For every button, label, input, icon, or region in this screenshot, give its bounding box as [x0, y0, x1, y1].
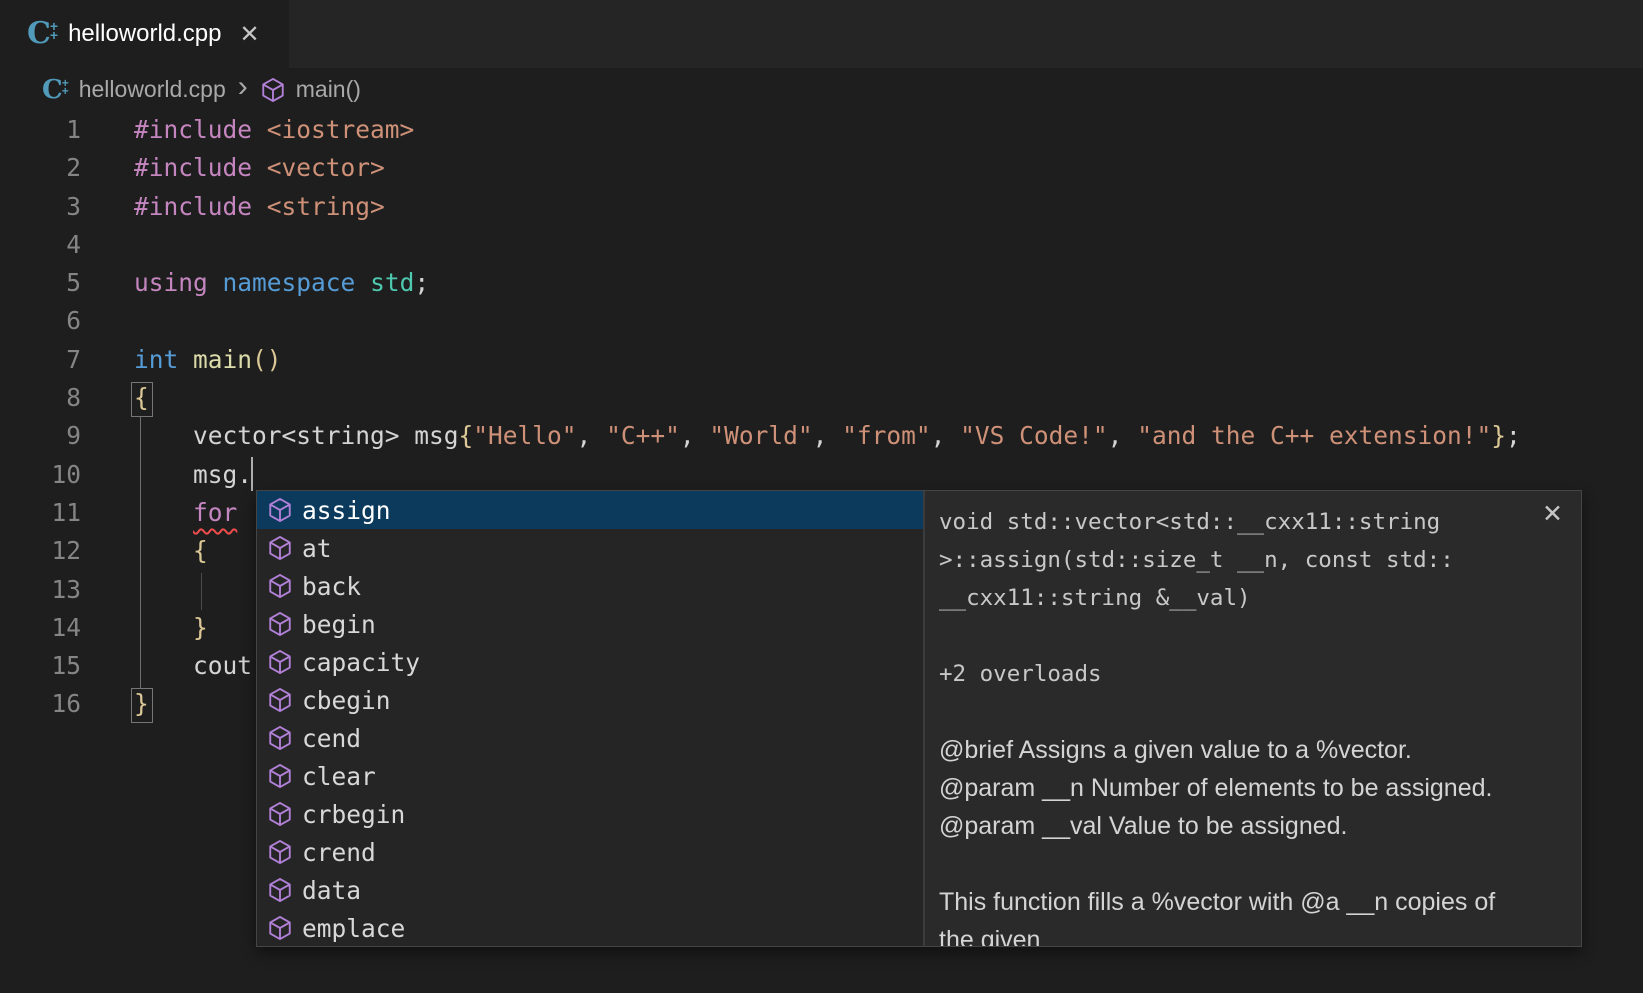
code-text: #include <vector>	[134, 149, 385, 187]
suggestion-label: begin	[302, 610, 376, 639]
overloads-count: +2 overloads	[939, 655, 1567, 693]
code-line[interactable]: 6	[0, 302, 1643, 340]
close-icon[interactable]: ✕	[1542, 499, 1563, 529]
method-cube-icon	[260, 77, 286, 103]
code-line[interactable]: 3 #include <string>	[0, 188, 1643, 226]
suggestion-item-emplace[interactable]: emplace	[257, 909, 923, 946]
suggestion-item-clear[interactable]: clear	[257, 757, 923, 795]
method-cube-icon	[267, 877, 293, 903]
method-cube-icon	[260, 77, 286, 103]
code-line[interactable]: 2 #include <vector>	[0, 149, 1643, 187]
suggestion-label: back	[302, 572, 361, 601]
suggestion-item-data[interactable]: data	[257, 871, 923, 909]
breadcrumb: C++ helloworld.cpp › main()	[0, 68, 1643, 111]
tab-close-icon[interactable]: ✕	[240, 20, 260, 49]
vscode-editor-window: { "colors": { "editor_bg": "#1E1E1E", "t…	[0, 0, 1643, 993]
indent-guide	[140, 417, 141, 688]
suggestion-item-cbegin[interactable]: cbegin	[257, 681, 923, 719]
method-cube-icon	[267, 497, 293, 523]
tab-bar: C++ helloworld.cpp ✕	[0, 0, 1643, 68]
code-text: using namespace std;	[134, 264, 429, 302]
suggestion-label: data	[302, 876, 361, 905]
suggestion-label: emplace	[302, 914, 405, 943]
line-number: 10	[0, 456, 81, 494]
suggestion-item-crbegin[interactable]: crbegin	[257, 795, 923, 833]
line-number: 5	[0, 264, 81, 302]
method-cube-icon	[267, 839, 293, 865]
code-line[interactable]: 8{	[0, 379, 1643, 417]
suggestion-item-capacity[interactable]: capacity	[257, 643, 923, 681]
suggestion-docs-panel: void std::vector<std::__cxx11::string >:…	[923, 491, 1581, 946]
indent-guide	[201, 573, 202, 610]
suggestion-label: cend	[302, 724, 361, 753]
line-number: 12	[0, 532, 81, 570]
tab-helloworld-cpp[interactable]: C++ helloworld.cpp ✕	[0, 0, 289, 68]
intellisense-suggest-widget: assign at back begin capacity cbegin cen…	[256, 490, 1582, 947]
suggestion-item-at[interactable]: at	[257, 529, 923, 567]
suggestion-item-cend[interactable]: cend	[257, 719, 923, 757]
code-line[interactable]: 4	[0, 226, 1643, 264]
method-cube-icon	[267, 725, 293, 751]
line-number: 15	[0, 647, 81, 685]
code-line[interactable]: 5 using namespace std;	[0, 264, 1643, 302]
suggestion-label: capacity	[302, 648, 420, 677]
code-text: msg.	[134, 456, 252, 494]
line-number: 14	[0, 609, 81, 647]
line-number: 6	[0, 302, 81, 340]
code-line[interactable]: 10 msg.	[0, 456, 1643, 494]
code-text: int main()	[134, 341, 282, 379]
code-line[interactable]: 9 vector<string> msg{"Hello", "C++", "Wo…	[0, 417, 1643, 455]
chevron-right-icon: ›	[236, 72, 250, 108]
method-cube-icon	[267, 687, 293, 713]
line-number: 13	[0, 571, 81, 609]
line-number: 1	[0, 111, 81, 149]
suggestion-label: clear	[302, 762, 376, 791]
tab-label: helloworld.cpp	[68, 20, 221, 48]
cpp-file-icon: C++	[42, 77, 69, 103]
line-number: 7	[0, 341, 81, 379]
method-cube-icon	[267, 801, 293, 827]
code-text: #include <string>	[134, 188, 385, 226]
line-number: 11	[0, 494, 81, 532]
bracket-match-highlight	[131, 688, 153, 723]
code-line[interactable]: 1 #include <iostream>	[0, 111, 1643, 149]
suggestion-item-assign[interactable]: assign	[257, 491, 923, 529]
method-cube-icon	[267, 611, 293, 637]
method-cube-icon	[267, 535, 293, 561]
suggestion-label: crbegin	[302, 800, 405, 829]
method-cube-icon	[267, 915, 293, 941]
line-number: 3	[0, 188, 81, 226]
code-text: vector<string> msg{"Hello", "C++", "Worl…	[134, 417, 1521, 455]
method-cube-icon	[267, 649, 293, 675]
line-number: 2	[0, 149, 81, 187]
line-number: 16	[0, 685, 81, 723]
breadcrumb-symbol[interactable]: main()	[296, 76, 361, 103]
doc-description: @brief Assigns a given value to a %vecto…	[939, 731, 1567, 845]
code-text: }	[134, 609, 208, 647]
line-number: 9	[0, 417, 81, 455]
suggestion-label: at	[302, 534, 332, 563]
code-text: {	[134, 532, 208, 570]
function-signature: void std::vector<std::__cxx11::string >:…	[939, 503, 1567, 617]
method-cube-icon	[267, 763, 293, 789]
code-text: cout	[134, 647, 252, 685]
code-text: #include <iostream>	[134, 111, 414, 149]
suggestion-label: assign	[302, 496, 391, 525]
line-number: 8	[0, 379, 81, 417]
line-number: 4	[0, 226, 81, 264]
suggestion-label: cbegin	[302, 686, 391, 715]
method-cube-icon	[267, 573, 293, 599]
cpp-file-icon: C++	[27, 19, 58, 49]
suggestion-item-begin[interactable]: begin	[257, 605, 923, 643]
code-text: for	[134, 494, 237, 532]
breadcrumb-file[interactable]: helloworld.cpp	[79, 76, 226, 103]
text-cursor	[251, 457, 253, 491]
bracket-match-highlight	[131, 382, 153, 417]
suggestion-item-crend[interactable]: crend	[257, 833, 923, 871]
suggestion-list: assign at back begin capacity cbegin cen…	[257, 491, 923, 946]
suggestion-item-back[interactable]: back	[257, 567, 923, 605]
doc-description-tail: This function fills a %vector with @a __…	[939, 883, 1567, 946]
code-line[interactable]: 7 int main()	[0, 341, 1643, 379]
suggestion-label: crend	[302, 838, 376, 867]
